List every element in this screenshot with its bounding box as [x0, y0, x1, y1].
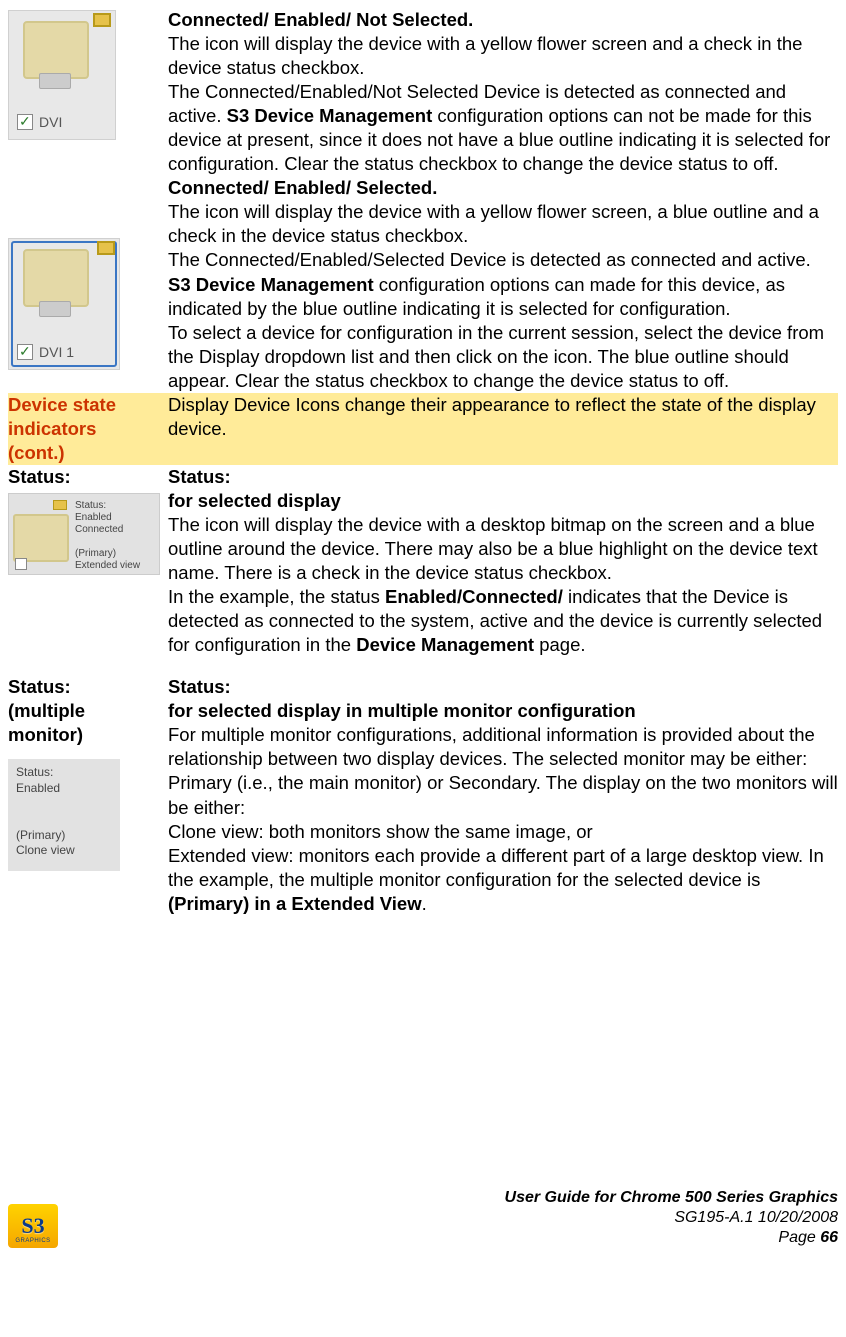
- para: The icon will display the device with a …: [168, 32, 838, 80]
- section-title: Device state indicators: [8, 393, 160, 441]
- subheading: for selected display: [168, 489, 838, 513]
- checkbox-icon: [15, 558, 27, 570]
- status-thumbnail: Status: Enabled (Primary) Clone view: [8, 759, 120, 871]
- monitor-icon: [23, 21, 89, 79]
- left-label-sub: (multiple monitor): [8, 699, 160, 747]
- term-device-management: Device Management: [356, 634, 534, 655]
- footer-page-label: Page: [778, 1229, 820, 1246]
- device-label: DVI 1: [39, 343, 74, 361]
- device-icon-not-selected: DVI: [8, 10, 116, 140]
- para: The Connected/Enabled/Not Selected Devic…: [168, 80, 838, 176]
- device-icon-selected: DVI 1: [8, 238, 120, 370]
- section-desc: Display Device Icons change their appear…: [168, 393, 838, 441]
- term-s3-device-management: S3 Device Management: [168, 274, 374, 295]
- para: The icon will display the device with a …: [168, 200, 838, 248]
- para: To select a device for configuration in …: [168, 321, 838, 393]
- row-status-selected: Status: Status: Enabled Connected (Prima…: [8, 465, 838, 657]
- row-connected-states: DVI DVI 1 Connected/ Enabled/ Not Select…: [8, 8, 838, 393]
- status-thumbnail: Status: Enabled Connected (Primary) Exte…: [8, 493, 160, 575]
- device-checkbox-row: DVI 1: [17, 343, 74, 361]
- monitor-icon: [23, 249, 89, 307]
- term-enabled-connected: Enabled/Connected/: [385, 586, 563, 607]
- heading-status: Status:: [168, 675, 838, 699]
- left-label-status: Status:: [8, 675, 160, 699]
- section-header-device-state: Device state indicators (cont.) Display …: [8, 393, 838, 465]
- device-label: DVI: [39, 113, 62, 131]
- monitor-base-icon: [39, 73, 71, 89]
- connector-badge-icon: [97, 241, 115, 255]
- para: For multiple monitor configurations, add…: [168, 723, 838, 819]
- footer-docinfo: SG195-A.1 10/20/2008: [505, 1208, 838, 1228]
- para: Extended view: monitors each provide a d…: [168, 844, 838, 916]
- row-status-multimonitor: Status: (multiple monitor) Status: Enabl…: [8, 675, 838, 915]
- heading-status: Status:: [168, 465, 838, 489]
- para: In the example, the status Enabled/Conne…: [168, 585, 838, 657]
- logo-text: S3: [21, 1212, 44, 1241]
- footer-title: User Guide for Chrome 500 Series Graphic…: [505, 1188, 838, 1208]
- monitor-base-icon: [39, 301, 71, 317]
- subheading: for selected display in multiple monitor…: [168, 699, 838, 723]
- term-s3-device-management: S3 Device Management: [227, 105, 433, 126]
- monitor-icon: [13, 514, 69, 562]
- device-checkbox-row: DVI: [17, 113, 62, 131]
- s3-graphics-logo: S3 GRAPHICS: [8, 1204, 58, 1248]
- term-primary-extended: (Primary) in a Extended View: [168, 893, 422, 914]
- heading-selected: Connected/ Enabled/ Selected.: [168, 176, 838, 200]
- connector-badge-icon: [53, 500, 67, 510]
- para: The Connected/Enabled/Selected Device is…: [168, 248, 838, 320]
- logo-subtext: GRAPHICS: [15, 1238, 50, 1246]
- footer-page-number: 66: [820, 1229, 838, 1246]
- checkbox-checked-icon: [17, 114, 33, 130]
- para: Clone view: both monitors show the same …: [168, 820, 838, 844]
- connector-badge-icon: [93, 13, 111, 27]
- checkbox-checked-icon: [17, 344, 33, 360]
- para: The icon will display the device with a …: [168, 513, 838, 585]
- page-footer: S3 GRAPHICS User Guide for Chrome 500 Se…: [8, 1188, 838, 1248]
- section-title-cont: (cont.): [8, 441, 160, 465]
- left-label-status: Status:: [8, 465, 160, 489]
- heading-not-selected: Connected/ Enabled/ Not Selected.: [168, 8, 838, 32]
- status-thumbnail-text: Status: Enabled Connected (Primary) Exte…: [75, 500, 140, 572]
